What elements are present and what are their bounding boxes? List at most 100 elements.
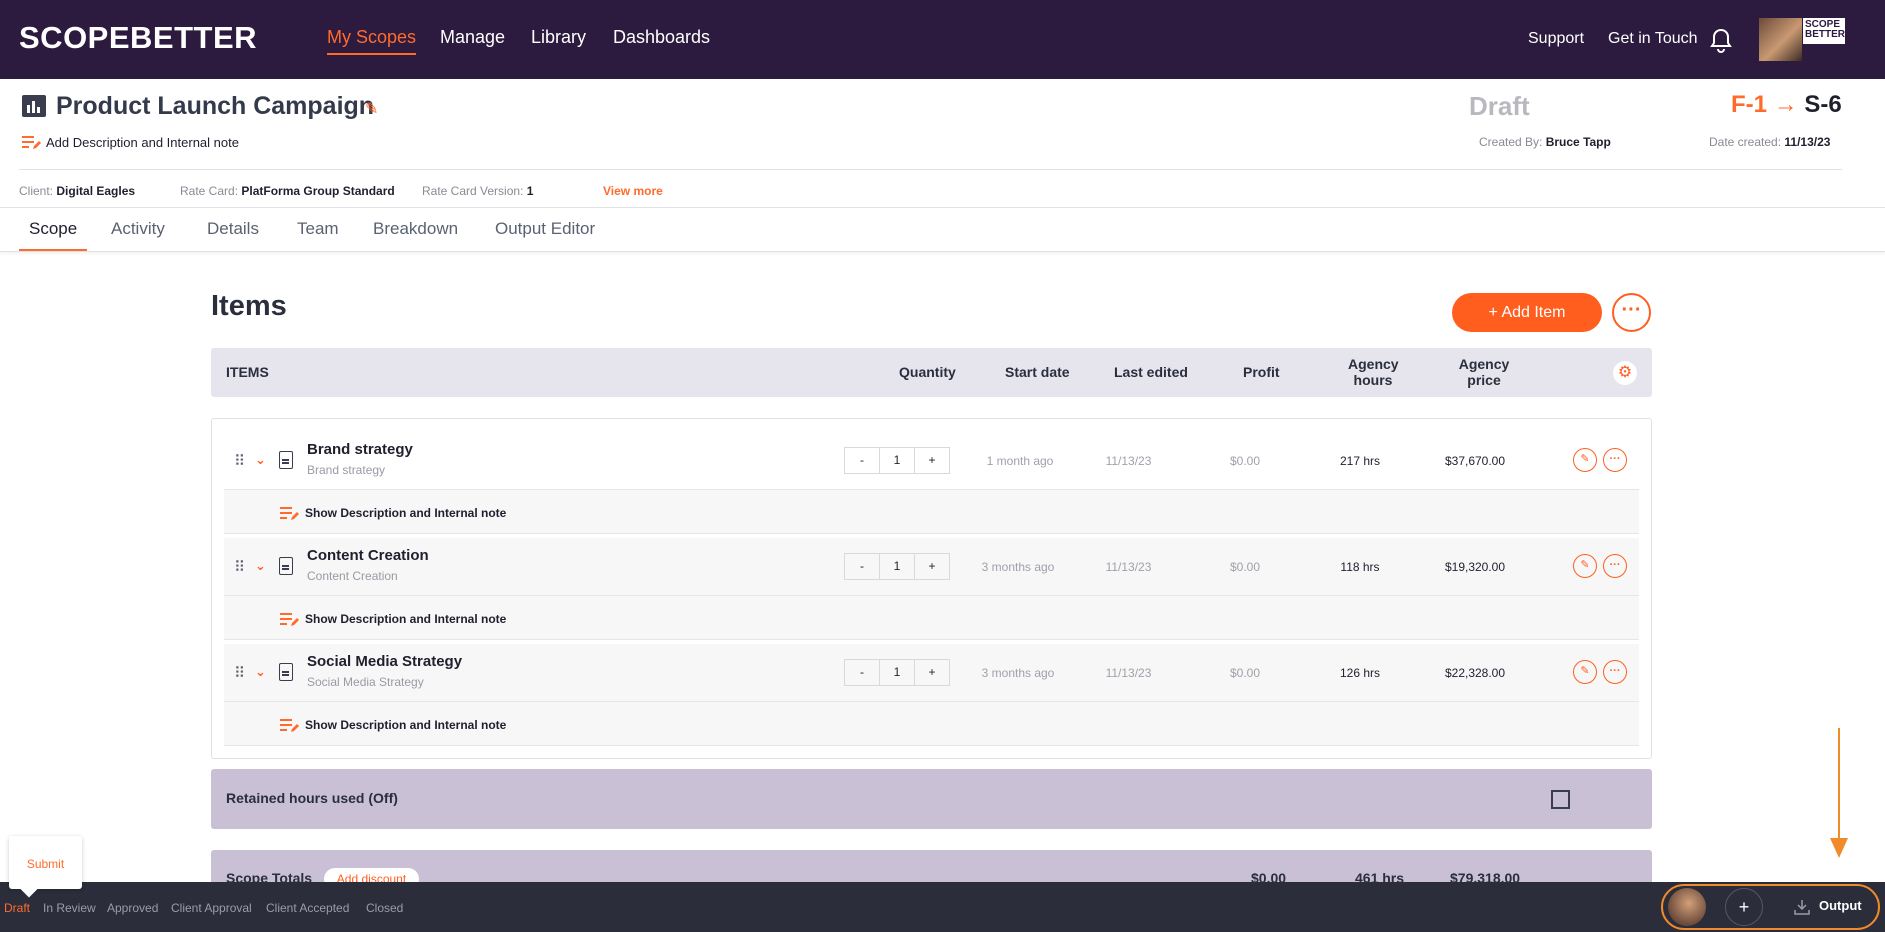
edit-item-button[interactable]: ✎: [1573, 660, 1597, 684]
edit-notes-icon: [280, 507, 299, 520]
show-description-link[interactable]: Show Description and Internal note: [305, 506, 506, 520]
nav-get-in-touch[interactable]: Get in Touch: [1608, 30, 1698, 48]
item-name[interactable]: Social Media Strategy: [307, 653, 462, 670]
status-step-closed[interactable]: Closed: [366, 901, 403, 915]
gear-icon[interactable]: ⚙: [1613, 361, 1637, 385]
add-user-icon[interactable]: +: [1725, 888, 1763, 926]
download-icon[interactable]: [1794, 899, 1810, 915]
tab-scope[interactable]: Scope: [29, 219, 77, 239]
increment-button[interactable]: +: [915, 448, 949, 473]
tab-details[interactable]: Details: [207, 219, 259, 239]
edit-notes-icon: [280, 719, 299, 732]
tab-activity[interactable]: Activity: [111, 219, 165, 239]
decrement-button[interactable]: -: [845, 660, 879, 685]
drag-handle-icon[interactable]: ⠿: [234, 664, 245, 682]
start-date: 1 month ago: [986, 454, 1054, 468]
col-agency-price: Agency price: [1458, 356, 1510, 388]
created-by: Created By: Bruce Tapp: [1479, 135, 1611, 149]
agency-hours: 217 hrs: [1339, 454, 1381, 468]
item-more-button[interactable]: ···: [1603, 660, 1627, 684]
col-quantity: Quantity: [899, 364, 956, 380]
client-info: Client: Digital Eagles: [19, 184, 136, 198]
profit: $0.00: [1229, 454, 1261, 468]
top-nav: SCOPEBETTER My Scopes Manage Library Das…: [0, 0, 1885, 79]
edit-notes-icon: [22, 136, 41, 149]
profit: $0.00: [1229, 666, 1261, 680]
drag-handle-icon[interactable]: ⠿: [234, 558, 245, 576]
edit-item-button[interactable]: ✎: [1573, 448, 1597, 472]
tab-breakdown[interactable]: Breakdown: [373, 219, 458, 239]
quantity-stepper: - 1 +: [844, 659, 950, 686]
agency-price: $37,670.00: [1444, 454, 1506, 468]
rate-card-version-info: Rate Card Version: 1: [422, 184, 534, 198]
col-last-edited: Last edited: [1114, 364, 1188, 380]
last-edited: 11/13/23: [1105, 666, 1152, 680]
retained-hours-label: Retained hours used (Off): [226, 790, 398, 806]
decrement-button[interactable]: -: [845, 448, 879, 473]
more-options-button[interactable]: ···: [1612, 293, 1651, 332]
annotation-arrow: [1838, 728, 1840, 840]
nav-my-scopes[interactable]: My Scopes: [327, 27, 417, 55]
item-name[interactable]: Brand strategy: [307, 441, 413, 458]
drag-handle-icon[interactable]: ⠿: [234, 452, 245, 470]
edit-notes-icon: [280, 613, 299, 626]
tab-output-editor[interactable]: Output Editor: [495, 219, 595, 239]
col-agency-hours: Agency hours: [1348, 356, 1399, 388]
chevron-down-icon[interactable]: ⌄: [255, 664, 266, 680]
document-icon: [279, 451, 293, 469]
profit: $0.00: [1229, 560, 1261, 574]
submit-button[interactable]: Submit: [9, 836, 82, 889]
nav-dashboards[interactable]: Dashboards: [613, 27, 710, 48]
status-step-approved[interactable]: Approved: [107, 901, 158, 915]
quantity-stepper: - 1 +: [844, 447, 950, 474]
chevron-down-icon[interactable]: ⌄: [255, 558, 266, 574]
section-title: Items: [211, 290, 287, 322]
show-description-link[interactable]: Show Description and Internal note: [305, 718, 506, 732]
tab-bar: Scope Activity Details Team Breakdown Ou…: [0, 207, 1885, 252]
status-step-client-accepted[interactable]: Client Accepted: [266, 901, 349, 915]
date-created: Date created: 11/13/23: [1709, 135, 1831, 149]
status-step-draft[interactable]: Draft: [4, 901, 30, 915]
nav-support[interactable]: Support: [1528, 30, 1584, 48]
scope-status: Draft: [1469, 91, 1530, 121]
add-description-link[interactable]: Add Description and Internal note: [46, 135, 239, 150]
nav-manage[interactable]: Manage: [440, 27, 505, 48]
add-item-button[interactable]: + Add Item: [1452, 293, 1602, 332]
col-profit: Profit: [1243, 364, 1280, 380]
item-more-button[interactable]: ···: [1603, 448, 1627, 472]
status-step-client-approval[interactable]: Client Approval: [171, 901, 252, 915]
increment-button[interactable]: +: [915, 554, 949, 579]
increment-button[interactable]: +: [915, 660, 949, 685]
tab-team[interactable]: Team: [297, 219, 339, 239]
item-subtitle: Brand strategy: [307, 463, 386, 477]
edit-title-icon[interactable]: ✎: [365, 99, 378, 119]
logo[interactable]: SCOPEBETTER: [19, 20, 257, 56]
edit-item-button[interactable]: ✎: [1573, 554, 1597, 578]
show-description-link[interactable]: Show Description and Internal note: [305, 612, 506, 626]
col-items: ITEMS: [226, 364, 269, 380]
last-edited: 11/13/23: [1105, 560, 1152, 574]
retained-hours-checkbox[interactable]: [1551, 790, 1570, 809]
output-button[interactable]: Output: [1819, 898, 1862, 913]
start-date: 3 months ago: [981, 560, 1055, 574]
company-logo-badge: SCOPE BETTER: [1803, 18, 1845, 44]
version-indicator: F-1 → S-6: [1731, 91, 1842, 118]
decrement-button[interactable]: -: [845, 554, 879, 579]
quantity-value[interactable]: 1: [879, 554, 915, 579]
item-more-button[interactable]: ···: [1603, 554, 1627, 578]
active-tab-indicator: [19, 249, 87, 251]
quantity-value[interactable]: 1: [879, 448, 915, 473]
view-more-link[interactable]: View more: [603, 184, 663, 198]
nav-library[interactable]: Library: [531, 27, 586, 48]
quantity-stepper: - 1 +: [844, 553, 950, 580]
item-subtitle: Content Creation: [307, 569, 398, 583]
item-name[interactable]: Content Creation: [307, 547, 429, 564]
bell-icon[interactable]: [1709, 28, 1733, 54]
status-step-in-review[interactable]: In Review: [43, 901, 96, 915]
chevron-down-icon[interactable]: ⌄: [255, 452, 266, 468]
quantity-value[interactable]: 1: [879, 660, 915, 685]
user-avatar[interactable]: [1759, 18, 1802, 61]
collaborator-avatar[interactable]: [1668, 888, 1706, 926]
document-icon: [279, 557, 293, 575]
chart-icon: [22, 95, 46, 117]
